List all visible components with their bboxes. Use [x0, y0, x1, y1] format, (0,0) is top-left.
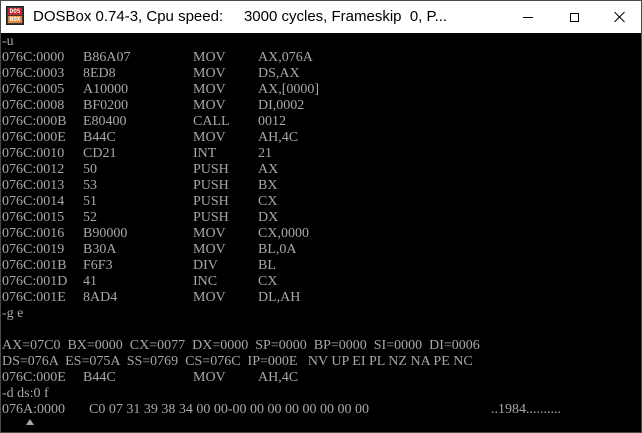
- close-button[interactable]: [597, 1, 642, 33]
- asm-operands: DI,0002: [258, 98, 305, 113]
- asm-address: 076C:0013: [2, 178, 65, 193]
- command-line: -u: [2, 34, 14, 49]
- asm-address: 076C:0000: [2, 50, 65, 65]
- asm-mnemonic: MOV: [193, 98, 226, 113]
- minimize-icon: [523, 16, 533, 18]
- asm-bytes: 50: [83, 162, 97, 177]
- asm-operands: AX,[0000]: [258, 82, 320, 97]
- asm-bytes: B44C: [83, 130, 116, 145]
- asm-bytes: 41: [83, 274, 97, 289]
- dosbox-icon[interactable]: DOS BOX: [6, 6, 24, 25]
- asm-bytes: 52: [83, 210, 97, 225]
- asm-address: 076C:0012: [2, 162, 65, 177]
- asm-operands: CX: [258, 274, 278, 289]
- asm-operands: BL,0A: [258, 242, 297, 257]
- asm-address: 076C:001E: [2, 290, 66, 305]
- dosbox-window: DOS BOX DOSBox 0.74-3, Cpu speed: 3000 c…: [0, 0, 642, 433]
- asm-operands: 0012: [258, 114, 286, 129]
- minimize-button[interactable]: [505, 1, 551, 33]
- asm-mnemonic: PUSH: [193, 178, 229, 193]
- asm-operands: AH,4C: [258, 130, 299, 145]
- asm-mnemonic: MOV: [193, 66, 226, 81]
- asm-mnemonic: PUSH: [193, 162, 229, 177]
- asm-bytes: 8AD4: [83, 290, 118, 305]
- asm-address: 076C:000E: [2, 130, 66, 145]
- asm-mnemonic: MOV: [193, 50, 226, 65]
- asm-operands: AH,4C: [258, 370, 299, 385]
- asm-mnemonic: MOV: [193, 82, 226, 97]
- asm-bytes: A10000: [83, 82, 129, 97]
- asm-address: 076C:0014: [2, 194, 65, 209]
- asm-bytes: E80400: [83, 114, 127, 129]
- asm-address: 076C:001D: [2, 274, 68, 289]
- asm-operands: DL,AH: [258, 290, 301, 305]
- register-line: AX=07C0 BX=0000 CX=0077 DX=0000 SP=0000 …: [2, 338, 480, 353]
- asm-address: 076C:000E: [2, 370, 66, 385]
- asm-operands: BX: [258, 178, 278, 193]
- register-line: DS=076A ES=075A SS=0769 CS=076C IP=000E …: [2, 354, 473, 369]
- asm-mnemonic: DIV: [193, 258, 218, 273]
- asm-address: 076C:0019: [2, 242, 65, 257]
- asm-operands: DX: [258, 210, 279, 225]
- asm-address: 076C:0008: [2, 98, 65, 113]
- icon-text-top: DOS: [8, 8, 22, 15]
- asm-address: 076C:0016: [2, 226, 65, 241]
- asm-bytes: 51: [83, 194, 97, 209]
- close-icon: [614, 11, 626, 23]
- mouse-cursor-icon: [26, 419, 34, 425]
- asm-address: 076C:000B: [2, 114, 67, 129]
- asm-mnemonic: MOV: [193, 226, 226, 241]
- asm-mnemonic: PUSH: [193, 194, 229, 209]
- asm-bytes: B30A: [83, 242, 117, 257]
- dump-ascii: ..1984..........: [491, 402, 561, 417]
- asm-operands: DS,AX: [258, 66, 300, 81]
- title-bar[interactable]: DOS BOX DOSBox 0.74-3, Cpu speed: 3000 c…: [1, 1, 641, 33]
- asm-address: 076C:0005: [2, 82, 65, 97]
- asm-operands: CX: [258, 194, 278, 209]
- asm-bytes: 53: [83, 178, 97, 193]
- asm-bytes: BF0200: [83, 98, 129, 113]
- asm-operands: CX,0000: [258, 226, 309, 241]
- maximize-icon: [569, 12, 579, 22]
- asm-mnemonic: MOV: [193, 130, 226, 145]
- asm-mnemonic: PUSH: [193, 210, 229, 225]
- dos-console[interactable]: -u 076C:0000 B86A07 MOV AX,076A 076C:0003 8ED8…: [2, 33, 640, 432]
- asm-operands: 21: [258, 146, 272, 161]
- asm-bytes: B90000: [83, 226, 128, 241]
- asm-mnemonic: INT: [193, 146, 217, 161]
- asm-mnemonic: CALL: [193, 114, 230, 129]
- asm-mnemonic: MOV: [193, 242, 226, 257]
- asm-mnemonic: INC: [193, 274, 218, 289]
- asm-bytes: CD21: [83, 146, 117, 161]
- asm-bytes: 8ED8: [83, 66, 116, 81]
- window-title: DOSBox 0.74-3, Cpu speed: 3000 cycles, F…: [33, 8, 448, 25]
- command-line: -d ds:0 f: [2, 386, 49, 401]
- dump-hex-bytes: C0 07 31 39 38 34 00 00-00 00 00 00 00 0…: [89, 402, 369, 417]
- command-line: -g e: [2, 306, 24, 321]
- asm-bytes: F6F3: [83, 258, 113, 273]
- asm-operands: AX: [258, 162, 279, 177]
- asm-mnemonic: MOV: [193, 370, 226, 385]
- icon-text-bottom: BOX: [8, 16, 22, 23]
- maximize-button[interactable]: [551, 1, 597, 33]
- asm-bytes: B44C: [83, 370, 116, 385]
- dump-address: 076A:0000: [2, 402, 65, 417]
- asm-mnemonic: MOV: [193, 290, 226, 305]
- asm-bytes: B86A07: [83, 50, 131, 65]
- asm-operands: BL: [258, 258, 276, 273]
- asm-operands: AX,076A: [258, 50, 313, 65]
- asm-address: 076C:001B: [2, 258, 67, 273]
- asm-address: 076C:0003: [2, 66, 65, 81]
- asm-address: 076C:0010: [2, 146, 65, 161]
- asm-address: 076C:0015: [2, 210, 65, 225]
